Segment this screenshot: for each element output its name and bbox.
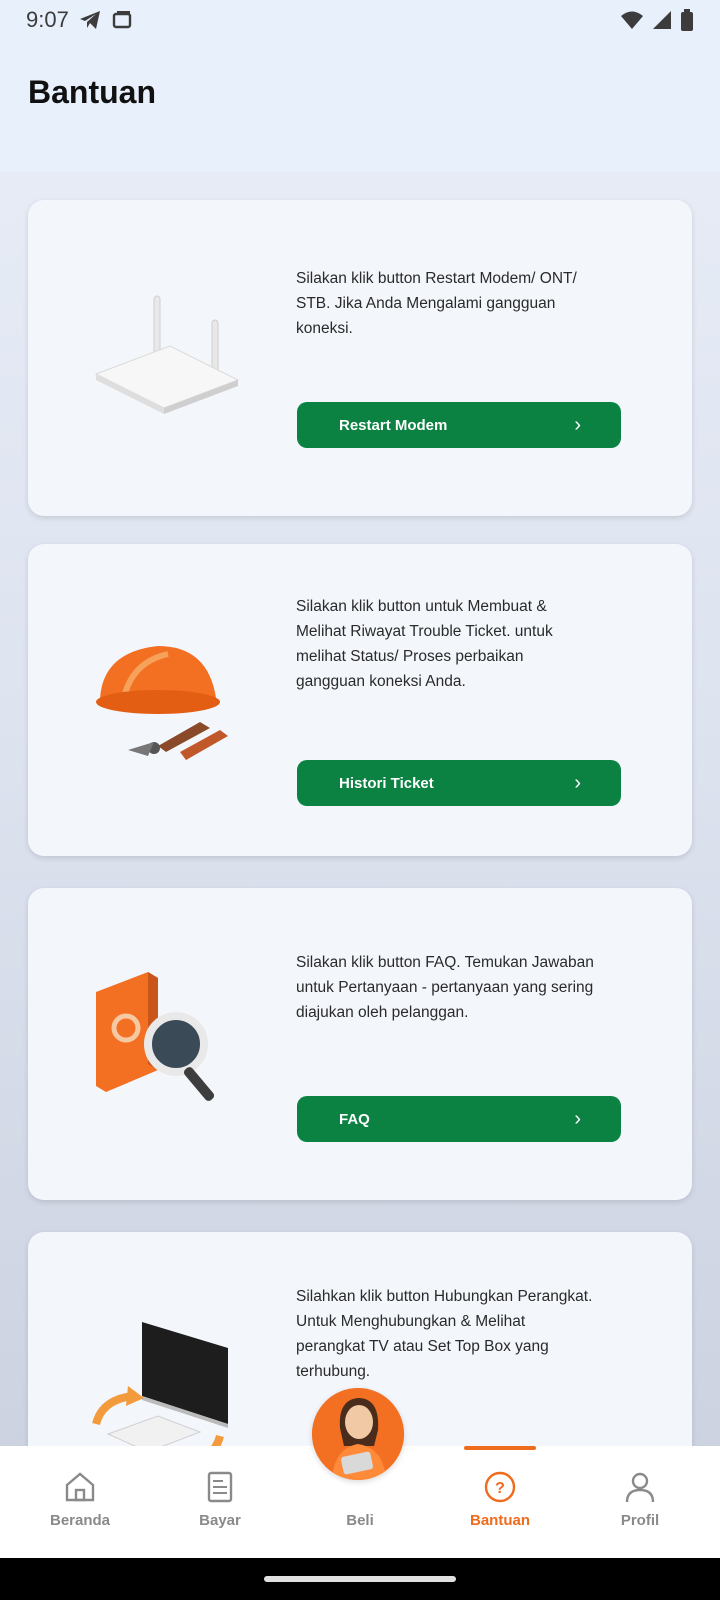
nav-beranda[interactable]: Beranda — [20, 1446, 140, 1558]
agent-avatar — [312, 1388, 404, 1480]
helmet-tools-icon — [96, 646, 228, 760]
card-description: Silakan klik button FAQ. Temukan Jawaban… — [296, 954, 594, 1021]
wifi-icon — [621, 11, 643, 29]
button-label: Restart Modem — [339, 416, 448, 434]
nav-label: Profil — [620, 1512, 660, 1529]
nav-label: Beranda — [49, 1512, 111, 1529]
nav-bantuan[interactable]: ? Bantuan — [440, 1446, 560, 1558]
button-label: Histori Ticket — [339, 774, 434, 792]
status-left: 9:07 — [26, 7, 133, 33]
active-indicator — [464, 1446, 536, 1450]
faq-card: Silakan klik button FAQ. Temukan Jawaban… — [28, 888, 692, 1200]
svg-text:?: ? — [495, 1480, 505, 1497]
nav-label: Bayar — [199, 1512, 241, 1529]
beli-agent-avatar[interactable] — [312, 1388, 404, 1480]
chevron-right-icon: › — [574, 413, 581, 436]
user-icon — [625, 1472, 655, 1503]
home-indicator[interactable] — [264, 1576, 456, 1582]
nav-label: Beli — [346, 1512, 374, 1529]
card-description: Silahkan klik button Hubungkan Perangkat… — [296, 1288, 593, 1380]
book-magnifier-icon — [96, 972, 215, 1101]
nav-profil[interactable]: Profil — [580, 1446, 700, 1558]
card-description: Silakan klik button untuk Membuat & Meli… — [296, 598, 553, 690]
signal-icon — [653, 11, 671, 29]
nav-label: Bantuan — [470, 1512, 530, 1529]
chevron-right-icon: › — [574, 1107, 581, 1130]
home-icon — [65, 1472, 95, 1502]
screen-icon — [112, 11, 132, 29]
chevron-right-icon: › — [574, 771, 581, 794]
help-icon: ? — [484, 1471, 516, 1503]
telegram-icon — [79, 11, 100, 29]
card-description: Silakan klik button Restart Modem/ ONT/ … — [296, 270, 577, 337]
page-header: Bantuan — [0, 40, 720, 172]
faq-button[interactable]: FAQ › — [297, 1096, 621, 1142]
restart-modem-card: Silakan klik button Restart Modem/ ONT/ … — [28, 200, 692, 516]
status-right — [620, 9, 694, 31]
bill-icon — [207, 1471, 233, 1503]
battery-icon — [681, 9, 693, 31]
restart-modem-button[interactable]: Restart Modem › — [297, 402, 621, 448]
button-label: FAQ — [339, 1110, 370, 1128]
status-time: 9:07 — [26, 7, 69, 32]
page-title: Bantuan — [28, 74, 156, 110]
status-bar: 9:07 — [0, 0, 720, 40]
router-icon — [94, 295, 240, 414]
histori-ticket-card: Silakan klik button untuk Membuat & Meli… — [28, 544, 692, 856]
histori-ticket-button[interactable]: Histori Ticket › — [297, 760, 621, 806]
nav-bayar[interactable]: Bayar — [160, 1446, 280, 1558]
system-nav-bar — [0, 1558, 720, 1600]
